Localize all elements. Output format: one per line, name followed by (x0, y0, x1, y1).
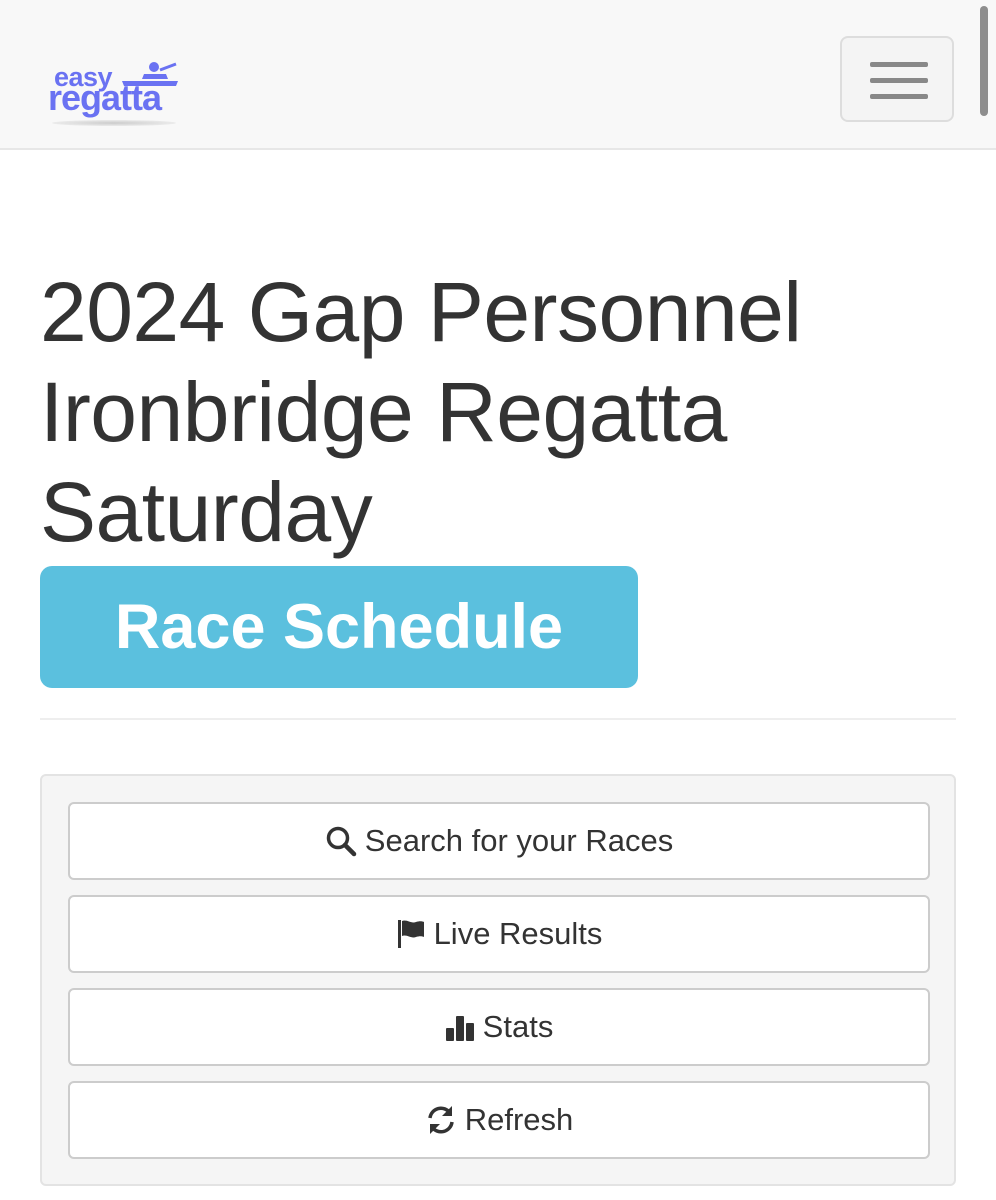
hamburger-menu-icon-bar (870, 94, 928, 99)
divider (40, 718, 956, 720)
stats-label: Stats (482, 1009, 554, 1044)
stats-button[interactable]: Stats (68, 988, 930, 1066)
hamburger-menu-icon (870, 62, 928, 67)
menu-toggle-button[interactable] (840, 36, 954, 122)
logo-text-regatta: regatta (48, 77, 162, 118)
easy-regatta-logo[interactable]: easy regatta (44, 56, 184, 132)
scrollbar[interactable] (980, 6, 988, 116)
hamburger-menu-icon-bar (870, 78, 928, 83)
search-races-label: Search for your Races (364, 823, 674, 858)
actions-panel: Search for your Races Live Results Stats (40, 774, 956, 1186)
logo-shadow (52, 120, 176, 126)
bar-chart-icon (445, 1011, 475, 1043)
page-title: 2024 Gap Personnel Ironbridge Regatta Sa… (40, 265, 802, 559)
refresh-button[interactable]: Refresh (68, 1081, 930, 1159)
race-schedule-label: Race Schedule (40, 566, 638, 688)
refresh-icon (425, 1104, 457, 1136)
navbar: easy regatta (0, 0, 996, 150)
live-results-label: Live Results (433, 916, 603, 951)
search-races-button[interactable]: Search for your Races (68, 802, 930, 880)
live-results-button[interactable]: Live Results (68, 895, 930, 973)
refresh-label: Refresh (464, 1102, 574, 1137)
flag-icon (396, 918, 426, 950)
search-icon (325, 825, 357, 857)
